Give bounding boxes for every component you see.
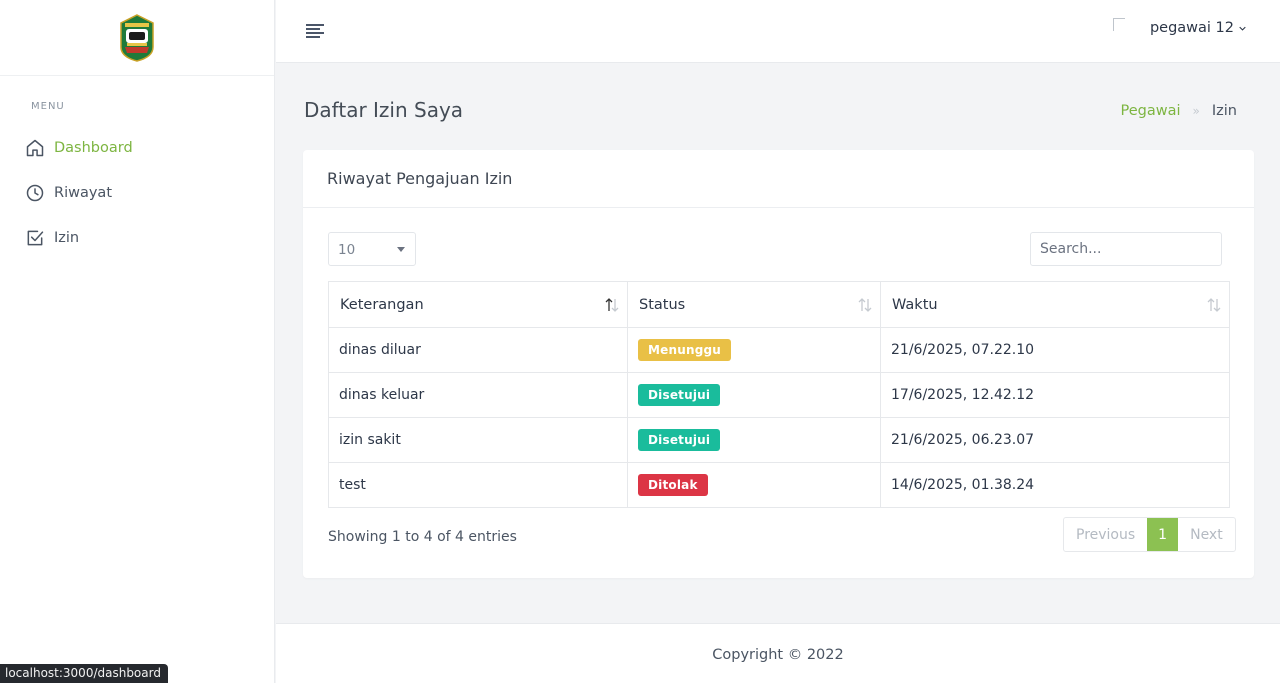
sort-icon [605,298,619,312]
user-name: pegawai 12 [1149,20,1234,36]
breadcrumb-separator: » [1192,104,1200,118]
table-header-row: Keterangan Status Waktu [328,281,1230,328]
pagination-previous-button[interactable]: Previous [1064,518,1147,551]
sort-icon [858,298,872,312]
cell-waktu: 21/6/2025, 06.23.07 [880,417,1230,463]
cell-waktu: 21/6/2025, 07.22.10 [880,327,1230,373]
sidebar: MENU Dashboard Riwayat Izin [0,0,275,683]
breadcrumb: Pegawai » Izin [1121,103,1237,119]
avatar [1112,18,1133,38]
table-row: test Ditolak 14/6/2025, 01.38.24 [328,462,1230,508]
search-input[interactable] [1030,232,1222,266]
sort-icon [1207,298,1221,312]
clock-icon [25,183,45,203]
sidebar-item-label: Izin [54,229,80,246]
column-header-waktu[interactable]: Waktu [880,281,1230,328]
cell-status: Ditolak [627,462,881,508]
table-row: dinas diluar Menunggu 21/6/2025, 07.22.1… [328,327,1230,373]
logo-area [0,0,274,76]
table-info: Showing 1 to 4 of 4 entries [328,529,517,545]
topbar: pegawai 12 [276,0,1280,63]
browser-status-url: localhost:3000/dashboard [0,664,168,683]
menu-toggle-icon[interactable] [306,24,324,38]
entries-length-select[interactable]: 10 [328,232,416,266]
page-title: Daftar Izin Saya [304,98,464,122]
menu-title: MENU [31,101,65,112]
checkbox-icon [25,228,45,248]
sidebar-nav: Dashboard Riwayat Izin [0,125,274,260]
chevron-down-icon [1239,26,1246,31]
column-header-keterangan[interactable]: Keterangan [328,281,628,328]
column-header-label: Keterangan [340,296,424,313]
cell-status: Disetujui [627,372,881,418]
column-header-label: Waktu [892,296,938,313]
cell-waktu: 17/6/2025, 12.42.12 [880,372,1230,418]
sidebar-item-label: Riwayat [54,184,112,201]
pagination-page-button[interactable]: 1 [1147,518,1179,551]
breadcrumb-current: Izin [1211,103,1237,119]
sidebar-item-label: Dashboard [54,139,133,156]
cell-keterangan: izin sakit [328,417,628,463]
user-menu[interactable]: pegawai 12 [1112,18,1246,38]
cell-status: Disetujui [627,417,881,463]
pagination-next-button[interactable]: Next [1178,518,1235,551]
sidebar-item-dashboard[interactable]: Dashboard [0,125,274,170]
cell-status: Menunggu [627,327,881,373]
status-badge: Disetujui [638,384,721,406]
column-header-label: Status [639,296,686,313]
logo-emblem[interactable] [119,13,155,63]
table-row: dinas keluar Disetujui 17/6/2025, 12.42.… [328,372,1230,418]
cell-keterangan: dinas keluar [328,372,628,418]
status-badge: Disetujui [638,429,721,451]
cell-keterangan: test [328,462,628,508]
breadcrumb-link-pegawai[interactable]: Pegawai [1121,103,1181,119]
status-badge: Ditolak [638,474,708,496]
footer: Copyright © 2022 [276,623,1280,683]
pagination: Previous 1 Next [1063,517,1236,552]
status-badge: Menunggu [638,339,732,361]
cell-waktu: 14/6/2025, 01.38.24 [880,462,1230,508]
sidebar-item-riwayat[interactable]: Riwayat [0,170,274,215]
izin-table: Keterangan Status Waktu dinas diluar Men… [328,281,1230,508]
izin-card: Riwayat Pengajuan Izin 10 Keterangan Sta… [303,150,1254,578]
table-row: izin sakit Disetujui 21/6/2025, 06.23.07 [328,417,1230,463]
card-title: Riwayat Pengajuan Izin [303,150,1254,208]
cell-keterangan: dinas diluar [328,327,628,373]
home-icon [25,138,45,158]
sidebar-item-izin[interactable]: Izin [0,215,274,260]
footer-copyright: Copyright © 2022 [712,647,844,663]
dropdown-arrow-icon [397,247,405,252]
entries-length-value: 10 [338,242,356,258]
column-header-status[interactable]: Status [627,281,881,328]
